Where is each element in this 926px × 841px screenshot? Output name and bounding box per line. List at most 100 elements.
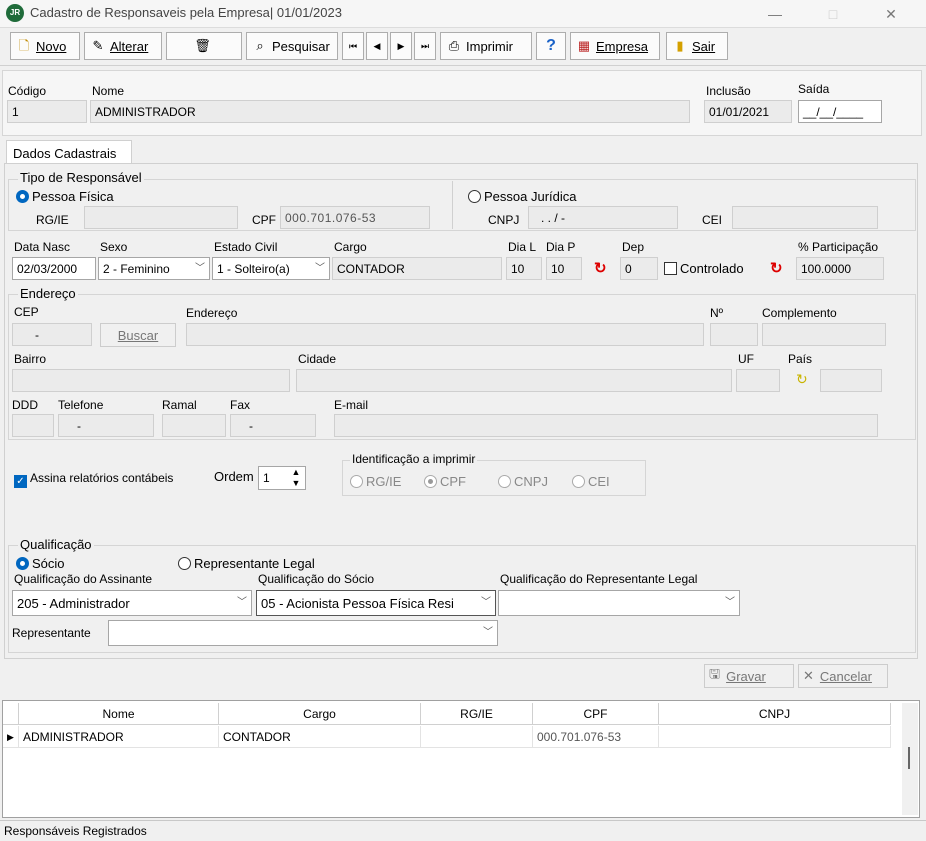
telefone-field[interactable]: - <box>58 414 154 437</box>
email-field[interactable] <box>334 414 878 437</box>
checkbox-unchecked-icon <box>664 262 677 275</box>
empresa-button[interactable]: ▦ Empresa <box>570 32 660 60</box>
assinante-select[interactable]: 205 - Administrador ﹀ <box>12 590 252 616</box>
grid-col-cnpj[interactable]: CNPJ <box>659 703 891 725</box>
minimize-button[interactable]: — <box>752 0 798 28</box>
edit-icon: ✎ <box>92 38 104 53</box>
dial-field[interactable]: 10 <box>506 257 542 280</box>
assinante-value: 205 - Administrador <box>17 596 130 611</box>
uf-field[interactable] <box>736 369 780 392</box>
refresh-participacao-icon[interactable]: ↻ <box>770 259 783 277</box>
delete-button[interactable]: 🗑 <box>166 32 242 60</box>
maximize-button[interactable]: □ <box>810 0 856 28</box>
codigo-field[interactable]: 1 <box>7 100 87 123</box>
last-record-button[interactable]: ⏭ <box>414 32 436 60</box>
grid-col-rgie[interactable]: RG/IE <box>421 703 533 725</box>
assina-checkbox[interactable]: ✓ Assina relatórios contábeis <box>14 471 173 488</box>
datanasc-field[interactable]: 02/03/2000 <box>12 257 96 280</box>
prev-record-button[interactable]: ◀ <box>366 32 388 60</box>
cep-field[interactable]: - <box>12 323 92 346</box>
replegal-select[interactable]: ﹀ <box>498 590 740 616</box>
spinner-icon[interactable]: ▲ ▼ <box>288 466 304 490</box>
cancelar-button[interactable]: ✕ Cancelar <box>798 664 888 688</box>
numero-field[interactable] <box>710 323 758 346</box>
alterar-button[interactable]: ✎ Alterar <box>84 32 162 60</box>
codigo-label: Código <box>8 84 47 98</box>
buscar-button[interactable]: Buscar <box>100 323 176 347</box>
cnpj-field[interactable]: . . / - <box>528 206 678 229</box>
checkbox-checked-icon: ✓ <box>14 475 27 488</box>
representante-select[interactable]: ﹀ <box>108 620 498 646</box>
estcivil-value: 1 - Solteiro(a) <box>217 262 290 276</box>
calendar-icon: ▦ <box>577 38 591 53</box>
rgie-field[interactable] <box>84 206 238 229</box>
dep-field[interactable]: 0 <box>620 257 658 280</box>
estcivil-select[interactable]: 1 - Solteiro(a) ﹀ <box>212 257 330 280</box>
sair-button[interactable]: ▮ Sair <box>666 32 728 60</box>
representante-label: Representante <box>12 626 91 640</box>
grid-col-cargo[interactable]: Cargo <box>219 703 421 725</box>
help-button[interactable]: ? <box>536 32 566 60</box>
socio-radio[interactable]: Sócio <box>16 556 65 571</box>
pessoa-fisica-radio[interactable]: Pessoa Física <box>16 189 114 204</box>
inclusao-field[interactable]: 01/01/2021 <box>704 100 792 123</box>
pais-field[interactable] <box>820 369 882 392</box>
ident-rgie-label: RG/IE <box>366 474 402 489</box>
novo-button[interactable]: 🗋 Novo <box>10 32 80 60</box>
datanasc-label: Data Nasc <box>14 240 71 254</box>
close-button[interactable]: ✕ <box>868 0 914 28</box>
pesquisar-button[interactable]: ⌕ Pesquisar <box>246 32 338 60</box>
sexo-select[interactable]: 2 - Feminino ﹀ <box>98 257 210 280</box>
qual-socio-label: Qualificação do Sócio <box>258 572 375 586</box>
grid-col-cpf[interactable]: CPF <box>533 703 659 725</box>
window-title: Cadastro de Responsaveis pela Empresa| 0… <box>30 5 342 20</box>
cidade-field[interactable] <box>296 369 732 392</box>
imprimir-button[interactable]: ⎙ Imprimir <box>440 32 532 60</box>
pessoa-juridica-radio[interactable]: Pessoa Jurídica <box>468 189 577 204</box>
representante-legal-label: Representante Legal <box>194 556 315 571</box>
saida-label: Saída <box>798 82 830 96</box>
nome-field[interactable]: ADMINISTRADOR <box>90 100 690 123</box>
bairro-field[interactable] <box>12 369 290 392</box>
chevron-down-icon: ﹀ <box>195 263 205 274</box>
fax-label: Fax <box>230 398 251 412</box>
cargo-field[interactable]: CONTADOR <box>332 257 502 280</box>
fax-field[interactable]: - <box>230 414 316 437</box>
replegal-label: Qualificação do Representante Legal <box>500 572 698 586</box>
tab-dados-cadastrais[interactable]: Dados Cadastrais <box>6 140 132 164</box>
diap-field[interactable]: 10 <box>546 257 582 280</box>
ramal-field[interactable] <box>162 414 226 437</box>
radio-unselected-icon <box>178 557 191 570</box>
ident-cnpj-radio[interactable]: CNPJ <box>498 474 548 489</box>
row-cargo: CONTADOR <box>219 726 421 748</box>
refresh-icon[interactable]: ↻ <box>594 259 607 277</box>
inclusao-label: Inclusão <box>706 84 751 98</box>
endereco-title: Endereço <box>18 286 78 301</box>
pais-lookup-icon[interactable]: ↻ <box>796 371 808 388</box>
gravar-button[interactable]: 🖫 Gravar <box>704 664 794 688</box>
participacao-field[interactable]: 100.0000 <box>796 257 884 280</box>
cargo-label: Cargo <box>334 240 367 254</box>
app-logo-icon: JR <box>6 4 24 22</box>
prev-icon: ◀ <box>373 40 381 51</box>
first-record-button[interactable]: ⏮ <box>342 32 364 60</box>
saida-field[interactable]: __/__/____ <box>798 100 882 123</box>
controlado-checkbox[interactable]: Controlado <box>664 261 744 276</box>
ident-cei-radio[interactable]: CEI <box>572 474 610 489</box>
ident-rgie-radio[interactable]: RG/IE <box>350 474 401 489</box>
ddd-field[interactable] <box>12 414 54 437</box>
cei-field[interactable] <box>732 206 878 229</box>
representante-legal-radio[interactable]: Representante Legal <box>178 556 315 571</box>
grid-col-nome[interactable]: Nome <box>19 703 219 725</box>
next-icon: ▶ <box>397 40 405 51</box>
complemento-field[interactable] <box>762 323 886 346</box>
ident-cpf-radio[interactable]: CPF <box>424 474 466 489</box>
table-row[interactable]: ▶ ADMINISTRADOR CONTADOR 000.701.076-53 <box>3 726 891 748</box>
endereco-field[interactable] <box>186 323 704 346</box>
grid-scrollbar[interactable] <box>902 703 918 815</box>
next-record-button[interactable]: ▶ <box>390 32 412 60</box>
radio-unselected-icon <box>572 475 585 488</box>
grid-scroll-thumb[interactable] <box>908 747 910 769</box>
cpf-field[interactable]: 000.701.076-53 <box>280 206 430 229</box>
qual-socio-select[interactable]: 05 - Acionista Pessoa Física Resi ﹀ <box>256 590 496 616</box>
